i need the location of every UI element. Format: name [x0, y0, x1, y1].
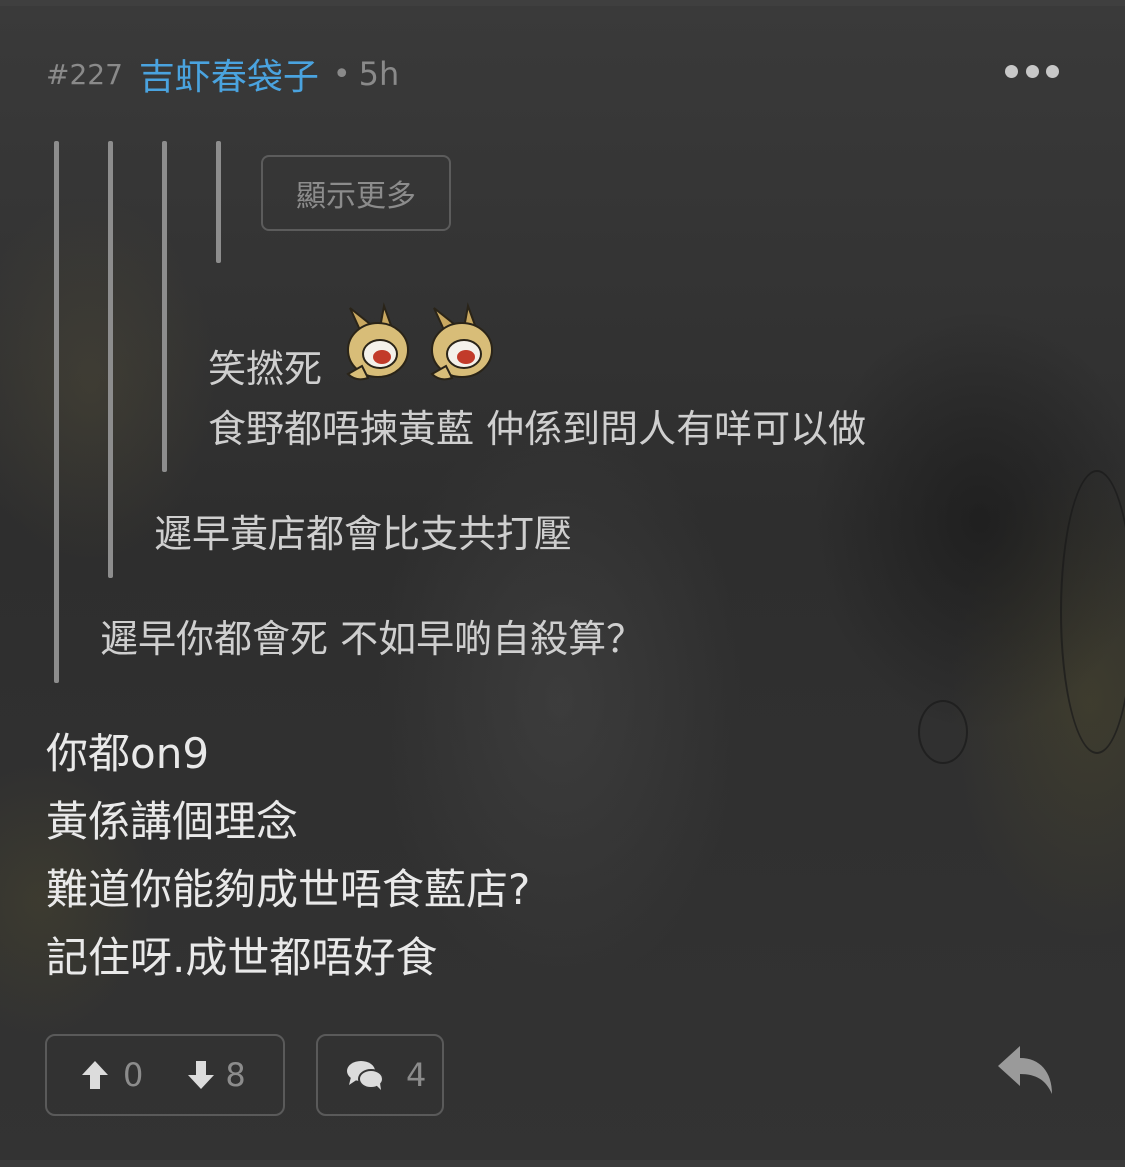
more-options-button[interactable]	[1005, 60, 1059, 82]
more-horizontal-icon-dot	[1025, 64, 1039, 78]
comments-button[interactable]: 4	[316, 1034, 444, 1116]
downvote-count: 8	[225, 1056, 246, 1094]
quote-bar-level2	[108, 141, 113, 578]
post-body: 你都on9 黃係講個理念 難道你能夠成世唔食藍店? 記住呀.成世都唔好食	[46, 720, 530, 992]
username-link[interactable]: 吉虾春袋子	[139, 48, 319, 100]
quote-level2-text: 遲早你都會死 不如早啲自殺算？	[100, 617, 645, 661]
upvote-button[interactable]: 0	[81, 1034, 143, 1116]
laughing-creature-sticker-icon	[346, 302, 409, 381]
arrow-up-icon	[82, 1061, 108, 1089]
post-header: #227 吉虾春袋子 • 5h	[46, 50, 399, 98]
post-body-line: 記住呀.成世都唔好食	[46, 933, 438, 982]
quote-level4-line1: 笑撚死	[208, 347, 323, 391]
separator-dot: •	[332, 56, 351, 92]
top-divider	[0, 0, 1125, 6]
quote-level4-line2: 食野都唔揀黃藍 仲係到問人有咩可以做	[208, 407, 867, 451]
quote-bar-level4	[216, 141, 221, 263]
background-hair-curl	[1060, 470, 1125, 754]
background-hair-curl	[918, 700, 968, 764]
reply-icon[interactable]	[996, 1042, 1056, 1096]
post-number: #227	[46, 57, 123, 91]
vote-box: 0 8	[45, 1034, 285, 1116]
quote-bar-level3	[162, 141, 167, 472]
laughing-creature-sticker-icon	[430, 302, 493, 381]
more-horizontal-icon	[1005, 64, 1018, 78]
more-horizontal-icon-dot	[1046, 64, 1059, 78]
post-body-line: 黃係講個理念	[46, 797, 299, 846]
arrow-down-icon	[188, 1061, 215, 1089]
comments-icon	[347, 1061, 384, 1090]
comment-count: 4	[406, 1056, 427, 1094]
bottom-divider	[0, 1160, 1125, 1167]
downvote-button[interactable]: 8	[187, 1034, 246, 1116]
upvote-count: 0	[123, 1056, 144, 1094]
show-more-button[interactable]: 顯示更多	[261, 155, 451, 231]
quote-level3-text: 遲早黃店都會比支共打壓	[154, 512, 573, 556]
post-body-line: 難道你能夠成世唔食藍店?	[46, 865, 531, 914]
post-body-line: 你都on9	[46, 729, 210, 778]
post-time: 5h	[358, 55, 400, 93]
quote-bar-level1	[54, 141, 59, 683]
